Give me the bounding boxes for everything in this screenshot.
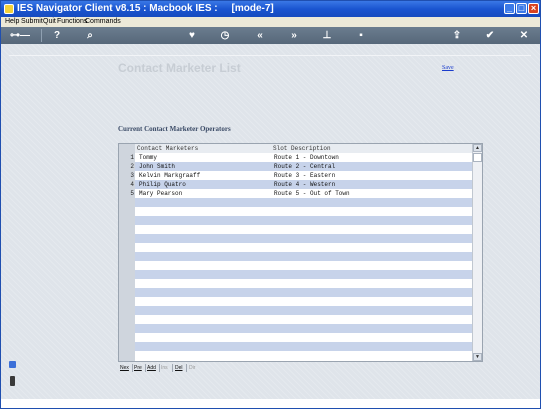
contact-marketer-grid[interactable]: Contact Marketers Slot Description 1 Tom…	[118, 143, 483, 362]
row-number: 2	[130, 163, 134, 170]
close-window-icon: ×	[530, 3, 537, 13]
square-icon[interactable]: ▪	[356, 30, 366, 41]
empty-row[interactable]	[135, 207, 472, 216]
scroll-thumb[interactable]	[473, 153, 482, 162]
clock-icon[interactable]: ◷	[220, 30, 230, 41]
pager-separator	[172, 364, 173, 372]
cell-contact-marketer[interactable]: Tommy	[139, 153, 157, 162]
page-title: Contact Marketer List	[118, 61, 241, 75]
app-icon	[4, 4, 14, 14]
key-icon[interactable]: ⊶—	[7, 30, 33, 41]
delete-button[interactable]: Del	[175, 364, 183, 372]
table-row[interactable]: 2 John Smith Route 2 - Central	[119, 162, 472, 171]
close-button[interactable]: ×	[528, 3, 539, 14]
check-icon[interactable]: ✔	[485, 30, 495, 41]
sidebar-app-icon[interactable]	[9, 361, 16, 368]
column-header-slot-description: Slot Description	[273, 145, 331, 152]
empty-row[interactable]	[135, 351, 472, 360]
heart-icon[interactable]: ♥	[187, 30, 197, 41]
table-row[interactable]: 5 Mary Pearson Route 5 - Out of Town	[119, 189, 472, 198]
next-button[interactable]: Nex	[120, 364, 129, 372]
status-bar	[1, 399, 540, 408]
row-number: 5	[130, 190, 134, 197]
search-icon[interactable]: ⌕	[85, 30, 95, 41]
scroll-down-icon[interactable]: ▼	[473, 353, 482, 361]
close-icon[interactable]: ✕	[519, 30, 529, 41]
vertical-scrollbar[interactable]: ▲ ▼	[472, 144, 482, 361]
empty-row[interactable]	[135, 270, 472, 279]
toolbar-separator	[41, 29, 42, 42]
empty-row[interactable]	[135, 225, 472, 234]
insert-button[interactable]: Ins	[161, 364, 168, 372]
rewind-icon[interactable]: «	[254, 30, 266, 41]
cell-slot-description[interactable]: Route 1 - Downtown	[274, 153, 339, 162]
cell-contact-marketer[interactable]: Kelvin Markgraaff	[139, 171, 200, 180]
empty-row[interactable]	[135, 234, 472, 243]
cell-contact-marketer[interactable]: John Smith	[139, 162, 175, 171]
add-button[interactable]: Add	[147, 364, 156, 372]
maximize-button[interactable]: □	[516, 3, 527, 14]
pager-separator	[132, 364, 133, 372]
main-content: Contact Marketer List Save Current Conta…	[1, 44, 540, 399]
scroll-up-icon[interactable]: ▲	[473, 144, 482, 152]
menu-quit[interactable]: Quit	[43, 17, 56, 27]
toolbar: ⊶— ? ⌕ ♥ ◷ « » ⊥ ▪ ⇪ ✔ ✕	[1, 27, 540, 44]
empty-row[interactable]	[135, 216, 472, 225]
cell-contact-marketer[interactable]: Mary Pearson	[139, 189, 182, 198]
minimize-icon: _	[506, 3, 512, 13]
empty-row[interactable]	[135, 261, 472, 270]
empty-row[interactable]	[135, 306, 472, 315]
empty-row[interactable]	[135, 297, 472, 306]
empty-row[interactable]	[135, 324, 472, 333]
application-window: IES Navigator Client v8.15 : Macbook IES…	[0, 0, 541, 409]
menu-bar: Help Submit Quit Functions Commands	[1, 17, 540, 27]
table-row[interactable]: 4 Philip Quatro Route 4 - Western	[119, 180, 472, 189]
empty-row[interactable]	[135, 342, 472, 351]
row-number: 3	[130, 172, 134, 179]
maximize-icon: □	[518, 3, 525, 13]
empty-row[interactable]	[135, 279, 472, 288]
cell-contact-marketer[interactable]: Philip Quatro	[139, 180, 186, 189]
table-row[interactable]: 3 Kelvin Markgraaff Route 3 - Eastern	[119, 171, 472, 180]
pager-separator	[145, 364, 146, 372]
empty-row[interactable]	[135, 198, 472, 207]
menu-help[interactable]: Help	[5, 17, 19, 27]
help-icon[interactable]: ?	[52, 30, 62, 41]
empty-row[interactable]	[135, 315, 472, 324]
table-row[interactable]: 1 Tommy Route 1 - Downtown	[119, 153, 472, 162]
section-label: Current Contact Marketer Operators	[118, 125, 231, 133]
row-number: 1	[130, 154, 134, 161]
column-header-contact-marketers: Contact Marketers	[137, 145, 199, 152]
previous-button[interactable]: Pre	[134, 364, 142, 372]
header-divider	[9, 55, 531, 56]
menu-submit[interactable]: Submit	[21, 17, 43, 27]
sidebar-document-icon[interactable]	[10, 376, 15, 386]
fast-forward-icon[interactable]: »	[288, 30, 300, 41]
window-title: IES Navigator Client v8.15 : Macbook IES…	[17, 3, 274, 14]
empty-row[interactable]	[135, 252, 472, 261]
pin-icon[interactable]: ⊥	[322, 30, 332, 41]
directory-button[interactable]: Dir	[189, 364, 195, 372]
menu-commands[interactable]: Commands	[85, 17, 121, 27]
row-number: 4	[130, 181, 134, 188]
title-bar[interactable]: IES Navigator Client v8.15 : Macbook IES…	[1, 1, 540, 17]
menu-functions[interactable]: Functions	[57, 17, 87, 27]
cell-slot-description[interactable]: Route 5 - Out of Town	[274, 189, 350, 198]
empty-row[interactable]	[135, 288, 472, 297]
empty-row[interactable]	[135, 243, 472, 252]
pager-separator	[186, 364, 187, 372]
cell-slot-description[interactable]: Route 4 - Western	[274, 180, 335, 189]
empty-row[interactable]	[135, 333, 472, 342]
grid-header: Contact Marketers Slot Description	[135, 144, 472, 153]
cell-slot-description[interactable]: Route 3 - Eastern	[274, 171, 335, 180]
minimize-button[interactable]: _	[504, 3, 515, 14]
cell-slot-description[interactable]: Route 2 - Central	[274, 162, 335, 171]
pager-separator	[159, 364, 160, 372]
save-link[interactable]: Save	[442, 65, 454, 71]
upload-icon[interactable]: ⇪	[452, 30, 462, 41]
